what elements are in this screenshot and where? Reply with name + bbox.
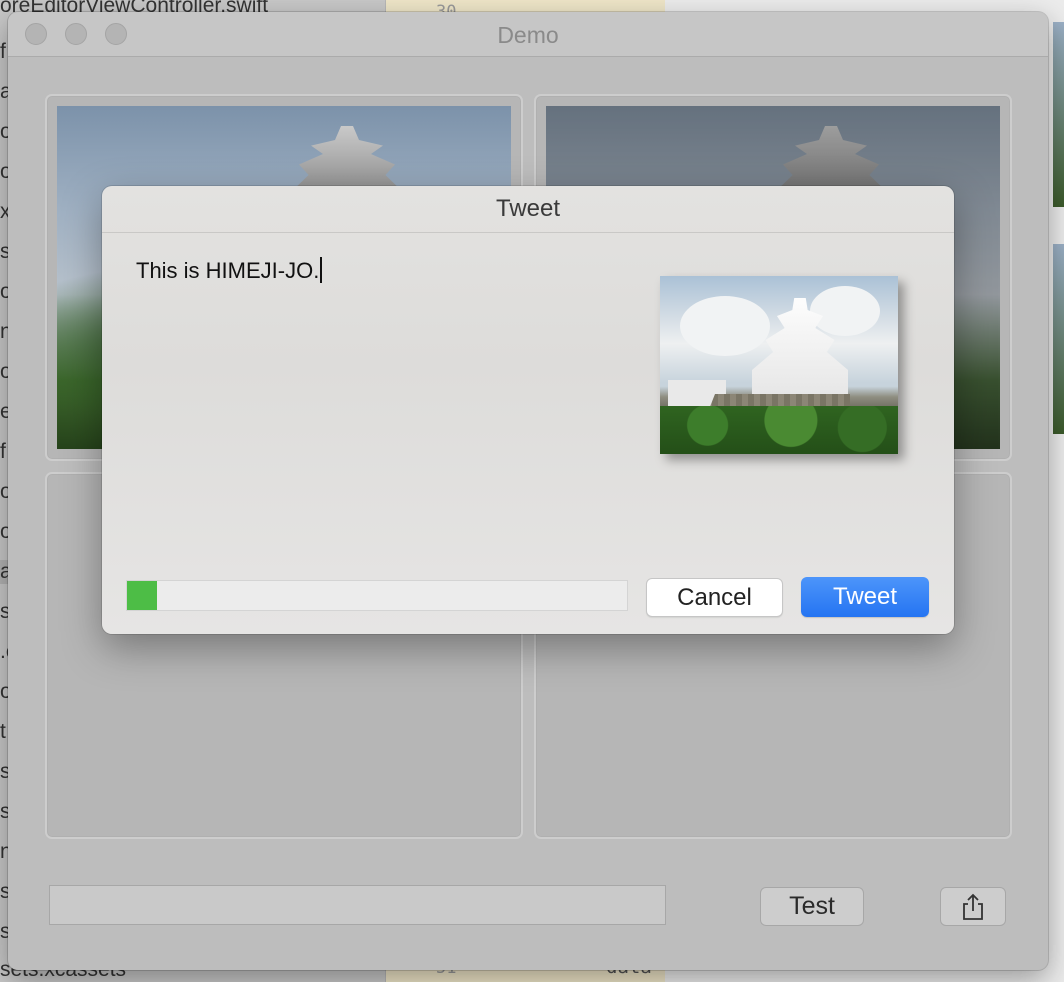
attachment-thumbnail <box>660 276 898 454</box>
tweet-sheet: Tweet This is HIMEJI-JO. Cancel Tweet <box>102 186 954 634</box>
tweet-text: This is HIMEJI-JO. <box>136 258 320 283</box>
tweet-button[interactable]: Tweet <box>801 577 929 617</box>
cloud-shape <box>680 296 770 356</box>
navigator-row[interactable]: f <box>0 440 6 464</box>
cancel-button[interactable]: Cancel <box>646 578 783 617</box>
sheet-title: Tweet <box>102 186 954 233</box>
share-button[interactable] <box>940 887 1006 926</box>
navigator-row[interactable]: f <box>0 40 6 64</box>
tweet-text-input[interactable]: This is HIMEJI-JO. <box>136 257 323 284</box>
trees <box>660 406 898 454</box>
status-text-field[interactable] <box>49 885 666 925</box>
navigator-row[interactable]: t <box>0 720 6 744</box>
progress-fill <box>127 581 157 610</box>
title-bar[interactable]: Demo <box>8 12 1048 57</box>
upload-progress-bar <box>126 580 628 611</box>
window-title: Demo <box>497 22 559 48</box>
image-thumbnail <box>1053 244 1064 434</box>
share-icon <box>963 893 983 920</box>
test-button[interactable]: Test <box>760 887 864 926</box>
image-thumbnail <box>1053 22 1064 207</box>
text-caret <box>320 257 323 283</box>
cloud-shape <box>810 286 880 336</box>
